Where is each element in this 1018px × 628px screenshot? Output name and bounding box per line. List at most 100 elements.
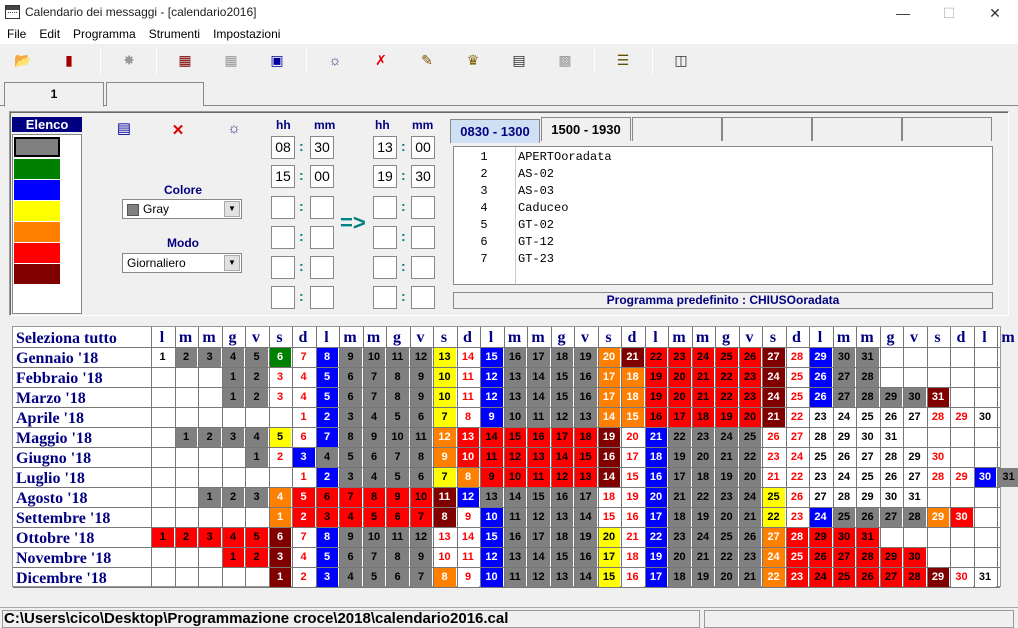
list-item[interactable]: 5 GT-02 bbox=[454, 218, 974, 235]
save-disk-icon[interactable]: ▤ bbox=[508, 49, 530, 71]
globe-icon[interactable]: ☼ bbox=[324, 49, 346, 71]
calendar-day-cell[interactable]: 12 bbox=[480, 388, 503, 407]
calendar-day-cell[interactable]: 2 bbox=[269, 448, 291, 467]
calendar-day-cell[interactable]: 20 bbox=[715, 568, 738, 587]
calendar-day-cell[interactable]: 26 bbox=[809, 388, 832, 407]
calendar-day-cell[interactable]: 29 bbox=[880, 548, 902, 567]
calendar-day-cell[interactable]: 12 bbox=[457, 488, 479, 507]
day-header[interactable]: s bbox=[927, 329, 949, 347]
calendar-day-cell[interactable]: 25 bbox=[786, 368, 808, 387]
calendar-day-cell[interactable]: 10 bbox=[433, 388, 456, 407]
calendar-day-cell[interactable]: 2 bbox=[222, 488, 244, 507]
calendar-day-cell[interactable]: 10 bbox=[433, 548, 456, 567]
calendar-day-cell[interactable]: 11 bbox=[433, 488, 456, 507]
color-swatch-maroon[interactable] bbox=[14, 264, 60, 284]
month-label[interactable]: Aprile '18 bbox=[16, 409, 156, 429]
calendar-day-cell[interactable]: 23 bbox=[715, 488, 738, 507]
calendar-day-cell[interactable]: 1 bbox=[292, 408, 315, 427]
calendar-day-cell[interactable]: 31 bbox=[927, 388, 949, 407]
period-tab-5[interactable] bbox=[812, 117, 902, 141]
calendar-day-cell[interactable]: 29 bbox=[880, 388, 902, 407]
calendar-day-cell[interactable]: 6 bbox=[339, 368, 362, 387]
document-disabled-icon[interactable]: ▦ bbox=[220, 49, 242, 71]
calendar-day-cell[interactable]: 8 bbox=[433, 508, 456, 527]
calendar-day-cell[interactable]: 16 bbox=[645, 408, 667, 427]
day-header[interactable]: v bbox=[903, 329, 925, 347]
day-header[interactable]: l bbox=[480, 329, 502, 347]
day-header[interactable]: d bbox=[786, 329, 808, 347]
end-hour-input[interactable] bbox=[373, 286, 397, 309]
calendar-day-cell[interactable]: 6 bbox=[292, 428, 315, 447]
day-header[interactable]: m bbox=[856, 329, 878, 347]
calendar-day-cell[interactable]: 17 bbox=[598, 368, 620, 387]
calendar-day-cell[interactable]: 5 bbox=[316, 548, 338, 567]
calendar-day-cell[interactable]: 7 bbox=[363, 388, 385, 407]
calendar-day-cell[interactable]: 15 bbox=[527, 488, 550, 507]
calendar-day-cell[interactable]: 4 bbox=[292, 388, 315, 407]
calendar-day-cell[interactable]: 17 bbox=[551, 428, 573, 447]
calendar-day-cell[interactable]: 28 bbox=[927, 408, 949, 427]
calendar-day-cell[interactable]: 23 bbox=[786, 508, 808, 527]
calendar-day-cell[interactable]: 25 bbox=[739, 428, 761, 447]
calendar-day-cell[interactable]: 11 bbox=[457, 548, 479, 567]
calendar-day-cell[interactable]: 19 bbox=[598, 428, 620, 447]
calendar-day-cell[interactable]: 14 bbox=[457, 348, 479, 367]
calendar-day-cell[interactable]: 24 bbox=[715, 428, 738, 447]
calendar-day-cell[interactable]: 2 bbox=[316, 408, 338, 427]
calendar-day-cell[interactable]: 30 bbox=[974, 408, 996, 427]
day-header[interactable]: s bbox=[762, 329, 784, 347]
calendar-day-cell[interactable]: 4 bbox=[222, 348, 244, 367]
calendar-day-cell[interactable]: 7 bbox=[316, 428, 338, 447]
calendar-day-cell[interactable]: 12 bbox=[433, 428, 456, 447]
end-hour-input[interactable] bbox=[373, 256, 397, 279]
calendar-day-cell[interactable]: 27 bbox=[809, 488, 832, 507]
calendar-day-cell[interactable]: 6 bbox=[386, 568, 409, 587]
day-header[interactable]: g bbox=[222, 329, 244, 347]
calendar-day-cell[interactable]: 5 bbox=[386, 408, 409, 427]
calendar-day-cell[interactable]: 3 bbox=[269, 548, 291, 567]
calendar-day-cell[interactable]: 4 bbox=[292, 548, 315, 567]
calendar-day-cell[interactable]: 1 bbox=[269, 568, 291, 587]
color-swatch-yellow[interactable] bbox=[14, 201, 60, 221]
save-icon[interactable]: ▤ bbox=[114, 119, 134, 139]
calendar-day-cell[interactable]: 4 bbox=[363, 408, 385, 427]
calendar-day-cell[interactable]: 9 bbox=[480, 408, 503, 427]
calendar-day-cell[interactable]: 29 bbox=[927, 508, 949, 527]
month-label[interactable]: Marzo '18 bbox=[16, 389, 156, 409]
calendar-day-cell[interactable]: 24 bbox=[833, 468, 855, 487]
calendar-day-cell[interactable]: 8 bbox=[363, 488, 385, 507]
calendar-day-cell[interactable]: 24 bbox=[739, 488, 761, 507]
calendar-day-cell[interactable]: 10 bbox=[386, 428, 409, 447]
period-tab-1[interactable]: 0830 - 1300 bbox=[450, 119, 540, 143]
calendar-day-cell[interactable]: 11 bbox=[480, 448, 503, 467]
calendar-day-cell[interactable]: 21 bbox=[692, 388, 714, 407]
day-header[interactable]: s bbox=[598, 329, 620, 347]
day-header[interactable]: m bbox=[692, 329, 714, 347]
calendar-day-cell[interactable]: 1 bbox=[269, 508, 291, 527]
calendar-day-cell[interactable]: 13 bbox=[457, 428, 479, 447]
month-label[interactable]: Gennaio '18 bbox=[16, 349, 156, 369]
calendar-day-cell[interactable]: 19 bbox=[645, 368, 667, 387]
calendar-day-cell[interactable]: 17 bbox=[527, 528, 550, 547]
end-hour-input[interactable] bbox=[373, 226, 397, 249]
menu-programma[interactable]: Programma bbox=[66, 26, 142, 41]
calendar-day-cell[interactable]: 9 bbox=[433, 448, 456, 467]
calendar-day-cell[interactable]: 5 bbox=[363, 568, 385, 587]
calendar-day-cell[interactable]: 13 bbox=[504, 368, 526, 387]
end-minute-input[interactable] bbox=[411, 256, 435, 279]
calendar-day-cell[interactable]: 25 bbox=[833, 508, 855, 527]
globe-small-icon[interactable]: ☼ bbox=[224, 119, 244, 139]
calendar-day-cell[interactable]: 6 bbox=[410, 468, 432, 487]
calendar-day-cell[interactable]: 17 bbox=[598, 388, 620, 407]
calendar-day-cell[interactable]: 27 bbox=[833, 548, 855, 567]
calendar-day-cell[interactable]: 7 bbox=[410, 568, 432, 587]
calendar-day-cell[interactable]: 28 bbox=[927, 468, 949, 487]
calendar-day-cell[interactable]: 14 bbox=[527, 388, 550, 407]
tab-1[interactable]: 1 bbox=[4, 82, 104, 107]
calendar-day-cell[interactable]: 27 bbox=[903, 468, 926, 487]
calendar-day-cell[interactable]: 30 bbox=[974, 468, 996, 487]
calendar-day-cell[interactable]: 4 bbox=[316, 448, 338, 467]
calendar-day-cell[interactable]: 27 bbox=[786, 428, 808, 447]
day-header[interactable]: m bbox=[997, 329, 1018, 347]
start-hour-input[interactable] bbox=[271, 256, 295, 279]
